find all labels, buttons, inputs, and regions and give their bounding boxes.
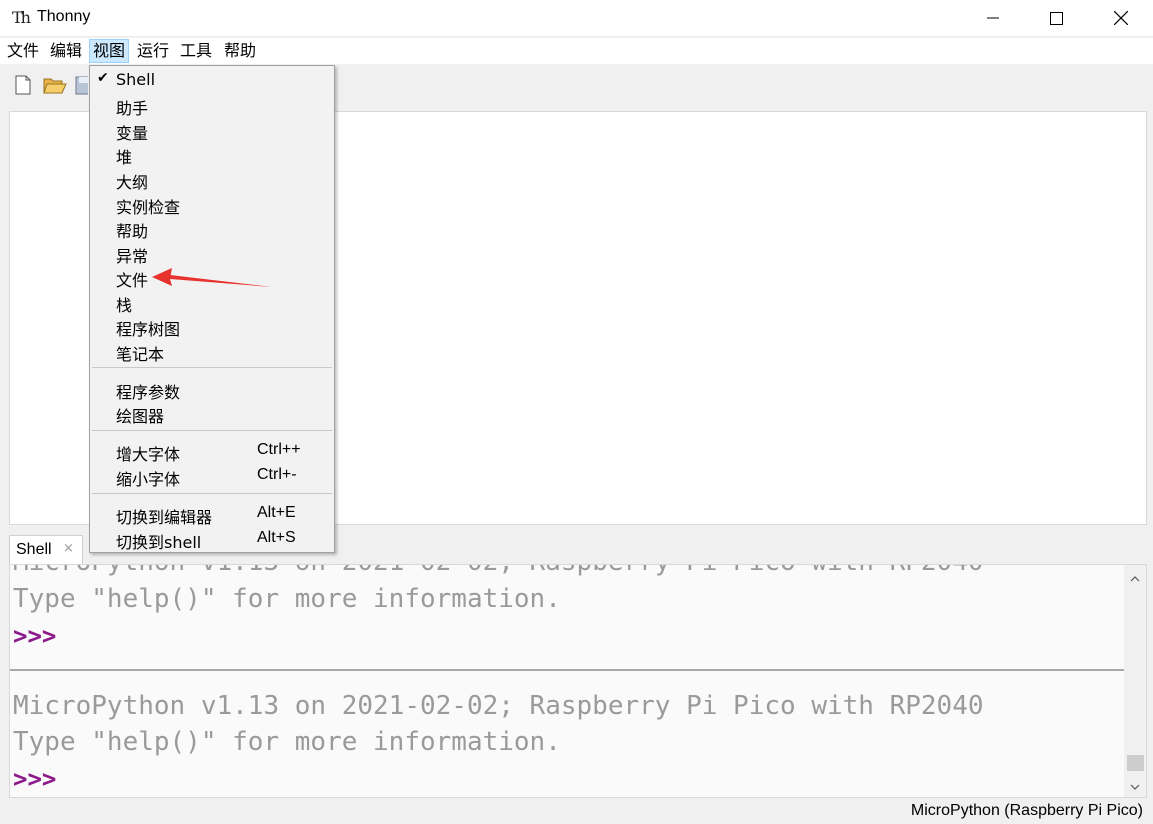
menu-separator xyxy=(92,367,332,368)
tab-close-icon[interactable]: × xyxy=(63,541,74,556)
menu-item-label: 堆 xyxy=(116,148,133,167)
window-title: Thonny xyxy=(37,8,91,25)
menu-item-label: 切换到shell xyxy=(116,533,202,552)
scroll-up-icon[interactable] xyxy=(1124,567,1146,589)
menu-item-shortcut: Alt+S xyxy=(257,529,296,546)
maximize-icon xyxy=(1049,11,1063,25)
menu-item-shortcut: Ctrl++ xyxy=(257,441,301,458)
menu-item-label: 大纲 xyxy=(116,173,149,192)
menu-tools[interactable]: 工具 xyxy=(177,40,215,62)
shell-output-line: MicroPython v1.13 on 2021-02-02; Raspber… xyxy=(13,565,984,577)
close-button[interactable] xyxy=(1098,0,1144,36)
menu-item-label: 程序参数 xyxy=(116,383,181,402)
minimize-icon xyxy=(987,17,999,19)
menu-view[interactable]: 视图 xyxy=(89,39,130,63)
shell-panel[interactable]: MicroPython v1.13 on 2021-02-02; Raspber… xyxy=(9,564,1147,798)
open-folder-icon xyxy=(43,78,67,94)
view-menu-item-focus-editor[interactable]: 切换到编辑器 Alt+E xyxy=(90,502,334,527)
shell-prompt[interactable]: >>> xyxy=(13,765,56,793)
open-file-button[interactable] xyxy=(43,74,67,96)
menu-item-shortcut: Alt+E xyxy=(257,504,296,521)
menu-item-label: 增大字体 xyxy=(116,445,181,464)
menu-item-label: 实例检查 xyxy=(116,198,181,217)
menu-item-label: 栈 xyxy=(116,296,133,315)
menu-item-label: 绘图器 xyxy=(116,407,165,426)
view-menu-item-plotter[interactable]: 绘图器 xyxy=(90,401,334,426)
menu-item-label: 文件 xyxy=(116,271,149,290)
maximize-button[interactable] xyxy=(1033,0,1079,36)
save-button[interactable] xyxy=(74,74,88,96)
shell-restart-divider xyxy=(10,669,1124,671)
save-icon xyxy=(75,76,88,95)
view-menu-item-exception[interactable]: 异常 xyxy=(90,241,334,266)
shell-prompt: >>> xyxy=(13,622,57,650)
menu-item-label: 程序树图 xyxy=(116,320,181,339)
view-menu-item-stack[interactable]: 栈 xyxy=(90,290,334,315)
check-icon: ✔ xyxy=(97,70,109,86)
menu-item-label: 助手 xyxy=(116,99,149,118)
menu-help[interactable]: 帮助 xyxy=(221,40,259,62)
view-menu-dropdown: ✔ Shell 助手 变量 堆 大纲 实例检查 帮助 异常 文件 栈 程序树图 … xyxy=(89,65,335,553)
shell-output-line: Type "help()" for more information. xyxy=(13,727,561,757)
view-menu-item-increase-font[interactable]: 增大字体 Ctrl++ xyxy=(90,439,334,464)
scrollbar-thumb[interactable] xyxy=(1127,755,1144,771)
scroll-down-icon[interactable] xyxy=(1124,775,1146,797)
menu-item-label: 笔记本 xyxy=(116,345,165,364)
tab-shell[interactable]: Shell × xyxy=(9,535,83,565)
view-menu-item-object-inspector[interactable]: 实例检查 xyxy=(90,192,334,217)
menu-edit[interactable]: 编辑 xyxy=(47,40,85,62)
menu-item-label: 缩小字体 xyxy=(116,470,181,489)
menu-item-label: Shell xyxy=(116,70,156,89)
view-menu-item-decrease-font[interactable]: 缩小字体 Ctrl+- xyxy=(90,464,334,489)
menu-item-label: 帮助 xyxy=(116,222,149,241)
menu-run[interactable]: 运行 xyxy=(134,40,172,62)
shell-output-line: Type "help()" for more information. xyxy=(13,584,561,614)
view-menu-item-heap[interactable]: 堆 xyxy=(90,142,334,167)
menu-item-label: 异常 xyxy=(116,247,149,266)
view-menu-item-help[interactable]: 帮助 xyxy=(90,216,334,241)
view-menu-item-program-tree[interactable]: 程序树图 xyxy=(90,314,334,339)
title-bar: Th Thonny xyxy=(0,0,1153,36)
view-menu-item-files[interactable]: 文件 xyxy=(90,265,334,290)
new-file-icon xyxy=(15,75,31,95)
close-icon xyxy=(1114,11,1128,25)
menu-item-label: 切换到编辑器 xyxy=(116,508,213,527)
view-menu-item-assistant[interactable]: 助手 xyxy=(90,93,334,118)
tab-shell-label: Shell xyxy=(16,541,52,558)
view-menu-item-shell[interactable]: ✔ Shell xyxy=(90,68,334,92)
view-menu-item-focus-shell[interactable]: 切换到shell Alt+S xyxy=(90,527,334,552)
menu-separator xyxy=(92,493,332,494)
view-menu-item-notes[interactable]: 笔记本 xyxy=(90,339,334,364)
app-logo-icon: Th xyxy=(12,8,31,27)
view-menu-item-variables[interactable]: 变量 xyxy=(90,118,334,143)
shell-scrollbar[interactable] xyxy=(1124,565,1146,797)
menu-item-label: 变量 xyxy=(116,124,149,143)
interpreter-status[interactable]: MicroPython (Raspberry Pi Pico) xyxy=(911,802,1143,820)
menu-item-shortcut: Ctrl+- xyxy=(257,466,297,483)
minimize-button[interactable] xyxy=(970,0,1016,36)
new-file-button[interactable] xyxy=(12,74,34,96)
status-bar: MicroPython (Raspberry Pi Pico) xyxy=(0,799,1153,824)
menu-bar: 文件 编辑 视图 运行 工具 帮助 xyxy=(0,38,1153,64)
menu-file[interactable]: 文件 xyxy=(4,40,42,62)
view-menu-item-program-arguments[interactable]: 程序参数 xyxy=(90,377,334,402)
menu-separator xyxy=(92,430,332,431)
view-menu-item-outline[interactable]: 大纲 xyxy=(90,167,334,192)
shell-output-line: MicroPython v1.13 on 2021-02-02; Raspber… xyxy=(13,691,984,721)
